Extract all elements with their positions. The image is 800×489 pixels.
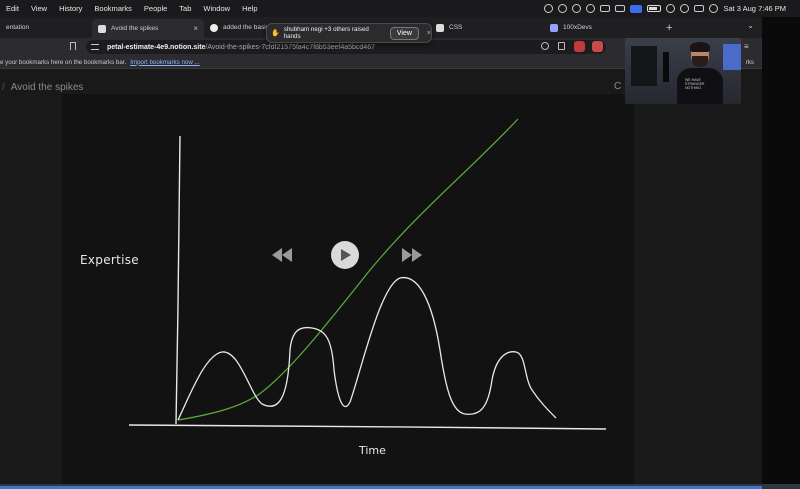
- webcam-overlay[interactable]: WE HAVE STRANGER NOTHING: [625, 38, 741, 104]
- github-icon: [210, 23, 218, 32]
- status-area: Sat 3 Aug 7:46 PM: [544, 0, 800, 17]
- notion-icon: [436, 23, 444, 32]
- bookmarks-right-text[interactable]: rks: [746, 59, 754, 66]
- breadcrumb[interactable]: / Avoid the spikes: [2, 82, 83, 93]
- menu-bar: Edit View History Bookmarks People Tab W…: [0, 0, 800, 17]
- status-icon[interactable]: [600, 5, 611, 12]
- toast-message: shubham negi +3 others raised hands: [283, 26, 369, 40]
- menu-bookmarks[interactable]: Bookmarks: [88, 4, 138, 13]
- search-icon[interactable]: [680, 4, 690, 13]
- siri-icon[interactable]: [709, 4, 719, 13]
- rewind-icon[interactable]: [272, 248, 292, 262]
- status-icon[interactable]: [586, 4, 596, 13]
- raised-hands-toast: ✋ shubham negi +3 others raised hands Vi…: [266, 23, 432, 43]
- status-icon[interactable]: [615, 5, 626, 12]
- extension-icon[interactable]: [574, 41, 585, 52]
- fast-forward-icon[interactable]: [402, 248, 422, 262]
- tab-label: added the basic: [223, 24, 269, 31]
- tab-100xdevs[interactable]: 100xDevs: [544, 19, 658, 36]
- breadcrumb-separator: /: [2, 82, 5, 93]
- tab-label: CSS: [449, 24, 463, 31]
- x-axis-label: Time: [359, 444, 386, 457]
- share-icon[interactable]: [558, 42, 565, 50]
- drawing-canvas[interactable]: [62, 94, 634, 486]
- new-tab-button[interactable]: +: [658, 22, 680, 34]
- menu-window[interactable]: Window: [197, 4, 236, 13]
- notion-icon: [98, 24, 106, 33]
- tab-label: Avoid the spikes: [111, 25, 159, 32]
- url-path: /Avoid-the-spikes-7cfdf21575fa4c7f8b53ee…: [205, 43, 375, 51]
- menu-people[interactable]: People: [138, 4, 173, 13]
- clock[interactable]: Sat 3 Aug 7:46 PM: [723, 4, 786, 13]
- status-icon[interactable]: [572, 4, 582, 13]
- menu-icon[interactable]: ≡: [744, 42, 749, 51]
- right-edge-panel: [762, 17, 800, 489]
- site-info-icon[interactable]: [91, 44, 99, 50]
- close-icon[interactable]: ×: [193, 24, 198, 33]
- page-header-text[interactable]: C: [614, 81, 621, 92]
- control-center-icon[interactable]: [694, 5, 705, 12]
- menu-edit[interactable]: Edit: [0, 4, 25, 13]
- tab-avoid-the-spikes[interactable]: Avoid the spikes ×: [92, 19, 204, 38]
- raised-hand-icon: ✋: [271, 30, 280, 37]
- battery-icon[interactable]: [647, 5, 662, 12]
- zoom-icon[interactable]: [541, 42, 549, 50]
- y-axis-label: Expertise: [80, 253, 139, 267]
- tab-presentation[interactable]: entation: [0, 19, 92, 36]
- bookmarks-hint: e your bookmarks here on the bookmarks b…: [0, 58, 127, 66]
- wifi-icon[interactable]: [666, 4, 676, 13]
- webcam-monitor: [723, 44, 741, 70]
- webcam-microphone: [663, 52, 669, 82]
- webcam-shelf: [631, 46, 657, 86]
- bookmark-icon[interactable]: [70, 42, 76, 50]
- menu-view[interactable]: View: [25, 4, 53, 13]
- menu-history[interactable]: History: [53, 4, 88, 13]
- menu-tab[interactable]: Tab: [173, 4, 197, 13]
- webcam-shirt-text: WE HAVE STRANGER NOTHING: [685, 78, 705, 90]
- chevron-down-icon[interactable]: ⌄: [747, 21, 754, 30]
- url-domain: petal-estimate-4e9.notion.site: [107, 43, 206, 51]
- tab-css[interactable]: CSS: [430, 19, 544, 36]
- doc-icon: [550, 23, 558, 32]
- import-bookmarks-link[interactable]: Import bookmarks now ...: [130, 59, 199, 66]
- status-badge-icon[interactable]: [630, 4, 643, 13]
- tab-label: 100xDevs: [563, 24, 592, 31]
- close-icon[interactable]: ×: [427, 30, 431, 37]
- status-icon[interactable]: [558, 4, 568, 13]
- view-button[interactable]: View: [389, 26, 419, 40]
- extension-icon[interactable]: [592, 41, 603, 52]
- status-icon[interactable]: [544, 4, 554, 13]
- play-button[interactable]: [331, 241, 359, 269]
- video-controls: [272, 241, 422, 269]
- webcam-person-hair: [690, 42, 710, 52]
- breadcrumb-title: Avoid the spikes: [10, 82, 84, 93]
- tab-label: entation: [6, 24, 30, 31]
- webcam-person-beard: [692, 56, 708, 67]
- play-icon: [341, 249, 351, 261]
- menu-help[interactable]: Help: [236, 4, 263, 13]
